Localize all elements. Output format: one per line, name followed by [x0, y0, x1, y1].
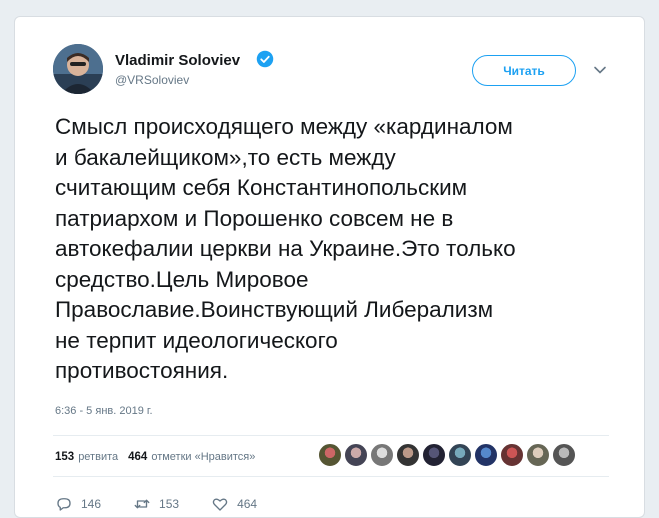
tweet-line: патриархом и Порошенко совсем не в [55, 205, 454, 231]
tweet-card: Vladimir Soloviev @VRSoloviev Читать Смы… [14, 16, 645, 518]
retweet-count: 153 [159, 497, 180, 511]
divider [53, 476, 609, 477]
liker-avatar[interactable] [422, 443, 446, 467]
engagement-stats: 153 ретвита 464 отметки «Нравится» [55, 451, 255, 463]
retweet-button[interactable]: 153 [133, 495, 179, 513]
like-button[interactable]: 464 [211, 495, 257, 513]
divider [53, 435, 609, 436]
author-avatar[interactable] [53, 44, 103, 94]
likes-count[interactable]: 464 [128, 451, 147, 463]
tweet-line: считающим себя Константинопольским [55, 175, 468, 200]
likers-avatars [318, 443, 576, 467]
liker-avatar[interactable] [344, 443, 368, 467]
tweet-line: Смысл происходящего между «кардиналом [55, 114, 513, 139]
reply-button[interactable]: 146 [55, 495, 101, 513]
author-handle[interactable]: @VRSoloviev [115, 73, 189, 87]
liker-avatar[interactable] [396, 443, 420, 467]
retweet-icon [134, 499, 150, 509]
tweet-line: и бакалейщиком»,то есть между [55, 144, 396, 170]
verified-badge-icon [256, 50, 274, 68]
retweets-count[interactable]: 153 [55, 451, 74, 463]
like-count: 464 [237, 497, 258, 511]
tweet-line: средство.Цель Мировое [55, 266, 309, 292]
heart-icon [212, 498, 228, 511]
tweet-line: Православие.Воинствующий Либерализм [55, 297, 494, 322]
likes-label[interactable]: отметки «Нравится» [151, 451, 255, 463]
tweet-timestamp[interactable]: 6:36 - 5 янв. 2019 г. [55, 405, 153, 417]
author-name[interactable]: Vladimir Soloviev [115, 52, 240, 69]
retweets-label[interactable]: ретвита [78, 451, 118, 463]
liker-avatar[interactable] [370, 443, 394, 467]
tweet-line: противостояния. [55, 358, 229, 383]
tweet-line: автокефалии церкви на Украине.Это только [55, 236, 516, 261]
liker-avatar[interactable] [474, 443, 498, 467]
tweet-actions: 146 153 464 [55, 495, 257, 513]
follow-button[interactable]: Читать [472, 55, 576, 86]
reply-count: 146 [81, 497, 102, 511]
tweet-text: Смысл происходящего между «кардиналом и … [55, 112, 625, 387]
reply-icon [57, 498, 71, 511]
chevron-down-icon[interactable] [593, 63, 607, 77]
liker-avatar[interactable] [318, 443, 342, 467]
liker-avatar[interactable] [552, 443, 576, 467]
liker-avatar[interactable] [526, 443, 550, 467]
liker-avatar[interactable] [500, 443, 524, 467]
liker-avatar[interactable] [448, 443, 472, 467]
tweet-line: не терпит идеологического [55, 327, 338, 353]
